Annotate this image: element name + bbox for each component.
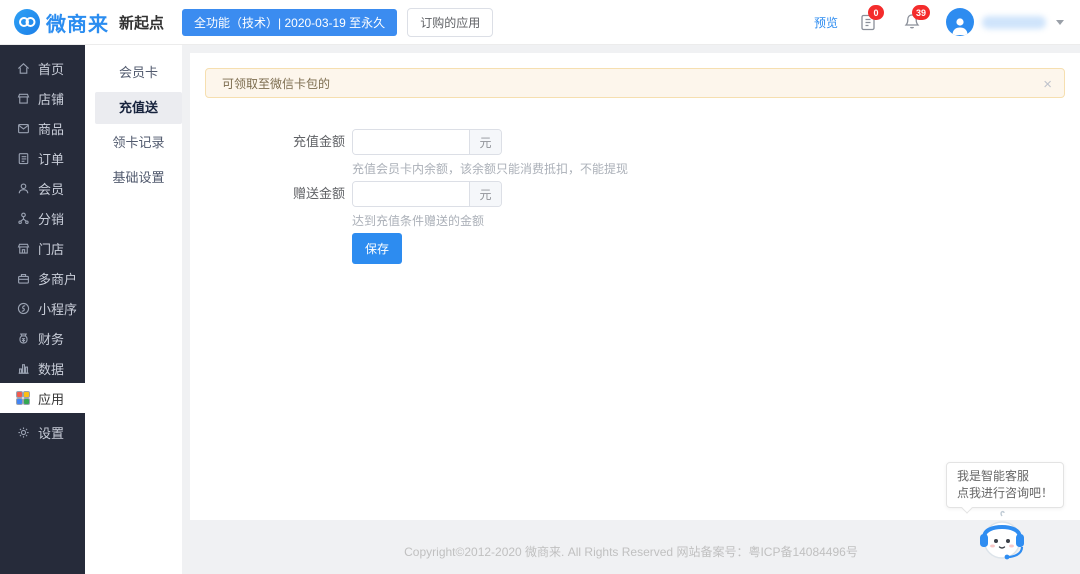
main-sidebar: 首页 店铺 商品 订单 会员 分销 门店 多商户 小程序 财务 数据 应用 设置 bbox=[0, 45, 85, 574]
submenu-item-card-records[interactable]: 领卡记录 bbox=[95, 127, 182, 159]
notice-banner: 可领取至微信卡包的 × bbox=[205, 68, 1065, 98]
top-header: 微商来 新起点 全功能（技术）| 2020-03-19 至永久 订购的应用 预览… bbox=[0, 0, 1080, 45]
sidebar-item-goods[interactable]: 商品 bbox=[0, 113, 85, 143]
recharge-unit-suffix: 元 bbox=[469, 130, 501, 154]
app-window: 微商来 新起点 全功能（技术）| 2020-03-19 至永久 订购的应用 预览… bbox=[0, 0, 1080, 574]
orders-icon bbox=[15, 150, 31, 166]
chevron-down-icon[interactable] bbox=[1056, 19, 1064, 25]
shop-icon bbox=[15, 90, 31, 106]
sidebar-item-miniprogram[interactable]: 小程序 bbox=[0, 293, 85, 323]
sidebar-item-stores[interactable]: 门店 bbox=[0, 233, 85, 263]
save-button[interactable]: 保存 bbox=[352, 233, 403, 264]
sidebar-item-members[interactable]: 会员 bbox=[0, 173, 85, 203]
home-icon bbox=[15, 60, 31, 76]
secondary-sidebar: 会员卡 充值送 领卡记录 基础设置 bbox=[85, 45, 182, 574]
sidebar-item-apps[interactable]: 应用 bbox=[0, 383, 85, 413]
submenu-item-member-card[interactable]: 会员卡 bbox=[95, 57, 182, 89]
chat-tooltip[interactable]: 我是智能客服 点我进行咨询吧！ bbox=[945, 462, 1064, 514]
chat-tooltip-line2: 点我进行咨询吧！ bbox=[956, 486, 1053, 500]
recharge-amount-input-group: 元 bbox=[352, 129, 502, 155]
sidebar-item-orders[interactable]: 订单 bbox=[0, 143, 85, 173]
main-area: 可领取至微信卡包的 × 充值金额 元 充值会员卡内余额，该余额只能消费抵扣，不能… bbox=[182, 45, 1080, 574]
brand-logo-icon[interactable] bbox=[14, 9, 40, 35]
sidebar-item-home[interactable]: 首页 bbox=[0, 53, 85, 83]
sidebar-item-finance[interactable]: 财务 bbox=[0, 323, 85, 353]
gift-unit-suffix: 元 bbox=[469, 182, 501, 206]
goods-icon bbox=[15, 120, 31, 136]
sidebar-item-shop[interactable]: 店铺 bbox=[0, 83, 85, 113]
notification-bell-icon[interactable]: 39 bbox=[902, 5, 931, 32]
gift-amount-input[interactable] bbox=[353, 182, 469, 206]
settings-gear-icon bbox=[15, 424, 31, 440]
submenu-item-basic-settings[interactable]: 基础设置 bbox=[95, 162, 182, 194]
sidebar-item-data[interactable]: 数据 bbox=[0, 353, 85, 383]
gift-amount-label: 赠送金额 bbox=[292, 186, 345, 201]
multi-merchant-icon bbox=[15, 270, 31, 286]
username-redacted bbox=[982, 15, 1046, 29]
recharge-amount-input[interactable] bbox=[353, 130, 469, 154]
plan-badge[interactable]: 全功能（技术）| 2020-03-19 至永久 bbox=[182, 8, 398, 36]
order-count-badge: 0 bbox=[868, 5, 884, 20]
sidebar-item-multi-merchant[interactable]: 多商户 bbox=[0, 263, 85, 293]
customer-service-icon[interactable] bbox=[976, 510, 1028, 566]
gift-help-text: 达到充值条件赠送的金额 bbox=[352, 214, 485, 228]
data-icon bbox=[15, 360, 31, 376]
gift-amount-input-group: 元 bbox=[352, 181, 502, 207]
workspace-name: 新起点 bbox=[119, 14, 165, 32]
ordered-apps-button[interactable]: 订购的应用 bbox=[407, 7, 494, 37]
apps-icon bbox=[15, 390, 31, 406]
sidebar-item-distribution[interactable]: 分销 bbox=[0, 203, 85, 233]
miniprogram-icon bbox=[15, 300, 31, 316]
chat-tooltip-line1: 我是智能客服 bbox=[956, 469, 1029, 483]
distribution-icon bbox=[15, 210, 31, 226]
recharge-amount-label: 充值金额 bbox=[292, 134, 345, 149]
close-icon[interactable]: × bbox=[1043, 69, 1052, 99]
sidebar-item-settings[interactable]: 设置 bbox=[0, 417, 85, 447]
preview-link[interactable]: 预览 bbox=[814, 14, 838, 31]
content-panel: 可领取至微信卡包的 × 充值金额 元 充值会员卡内余额，该余额只能消费抵扣，不能… bbox=[190, 53, 1080, 520]
user-avatar[interactable] bbox=[946, 8, 974, 36]
submenu-item-recharge-gift[interactable]: 充值送 bbox=[95, 92, 182, 124]
notification-count-badge: 39 bbox=[912, 5, 931, 20]
store-icon bbox=[15, 240, 31, 256]
notice-text: 可领取至微信卡包的 bbox=[222, 76, 331, 91]
order-list-icon[interactable]: 0 bbox=[858, 5, 884, 32]
member-icon bbox=[15, 180, 31, 196]
footer-copyright: Copyright©2012-2020 微商来. All Rights Rese… bbox=[404, 545, 858, 559]
brand-name: 微商来 bbox=[46, 13, 109, 36]
recharge-help-text: 充值会员卡内余额，该余额只能消费抵扣，不能提现 bbox=[352, 162, 629, 176]
finance-icon bbox=[15, 330, 31, 346]
